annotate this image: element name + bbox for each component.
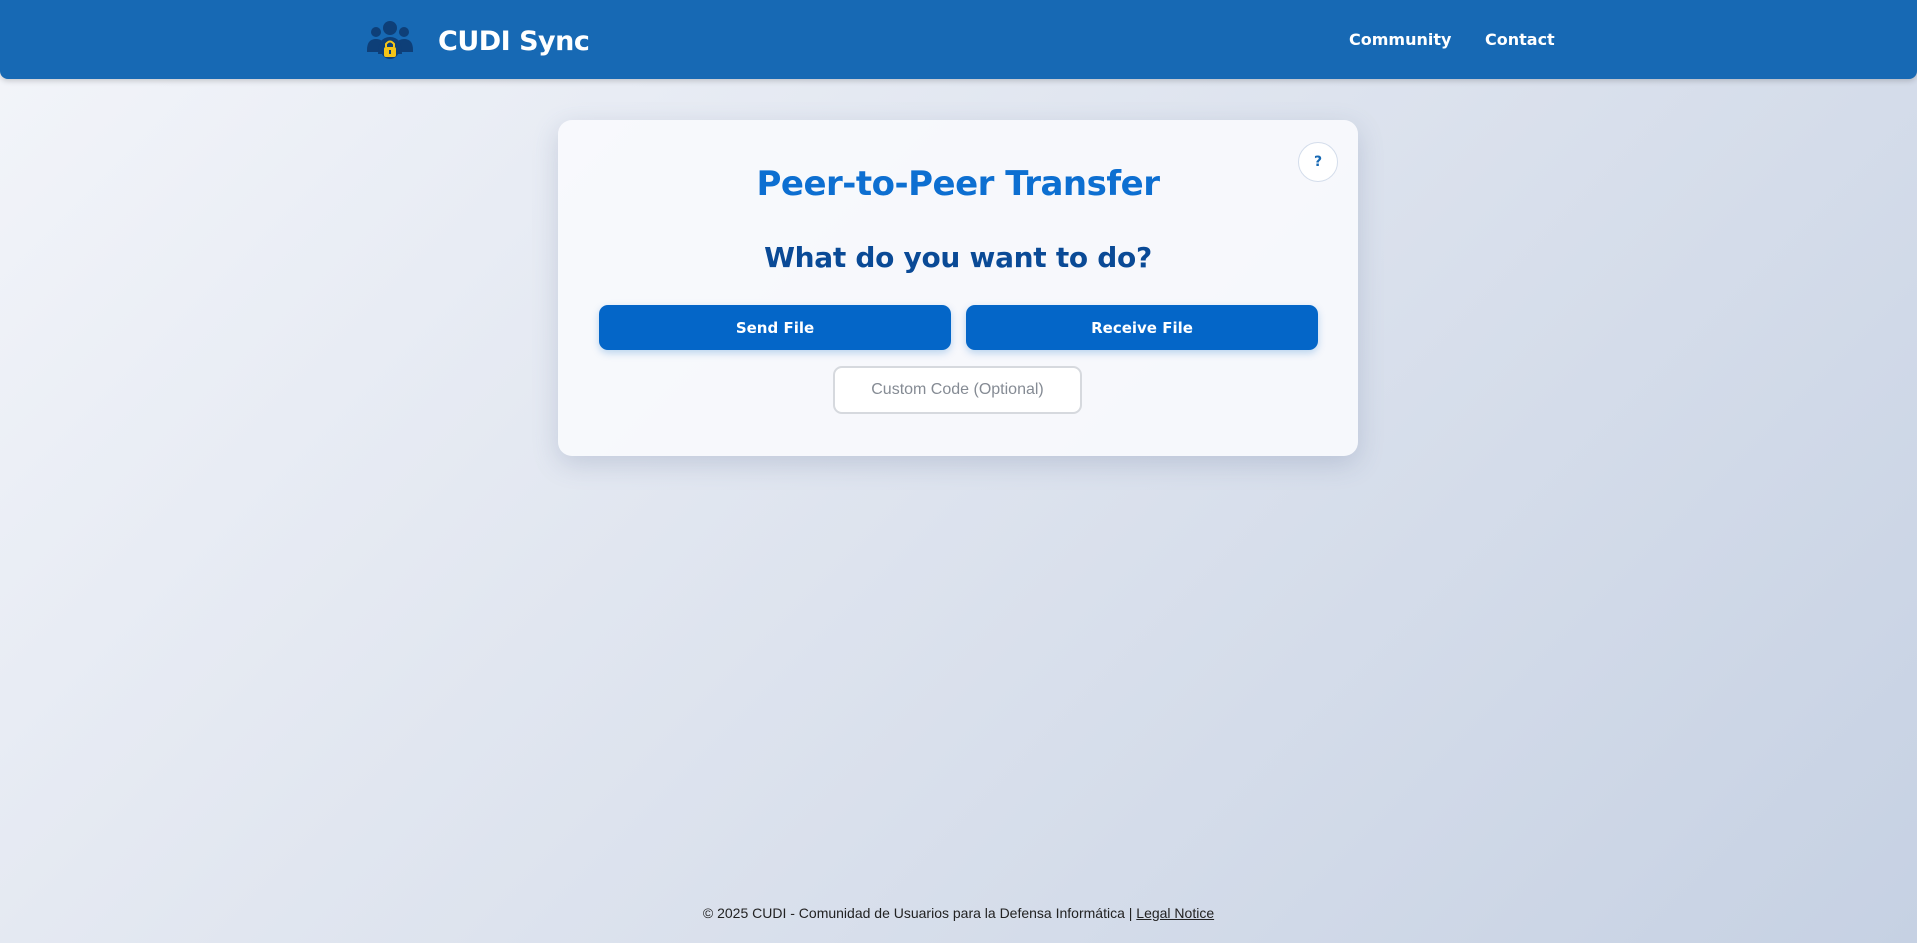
page-title: Peer-to-Peer Transfer bbox=[756, 164, 1160, 204]
brand[interactable]: CUDI Sync bbox=[366, 20, 590, 62]
brand-name: CUDI Sync bbox=[438, 25, 590, 57]
footer: © 2025 CUDI - Comunidad de Usuarios para… bbox=[0, 905, 1917, 921]
top-navbar: CUDI Sync Community Contact bbox=[0, 0, 1917, 79]
send-file-button[interactable]: Send File bbox=[599, 305, 951, 350]
nav-link-contact[interactable]: Contact bbox=[1485, 30, 1555, 49]
copyright-text: © 2025 CUDI - Comunidad de Usuarios para… bbox=[702, 905, 1137, 921]
action-question: What do you want to do? bbox=[764, 241, 1152, 274]
receive-file-button[interactable]: Receive File bbox=[966, 305, 1318, 350]
nav-link-community[interactable]: Community bbox=[1349, 30, 1451, 49]
custom-code-input[interactable] bbox=[833, 366, 1082, 414]
users-lock-icon bbox=[366, 20, 414, 62]
transfer-card: ? Peer-to-Peer Transfer What do you want… bbox=[558, 120, 1358, 456]
legal-notice-link[interactable]: Legal Notice bbox=[1136, 905, 1214, 921]
